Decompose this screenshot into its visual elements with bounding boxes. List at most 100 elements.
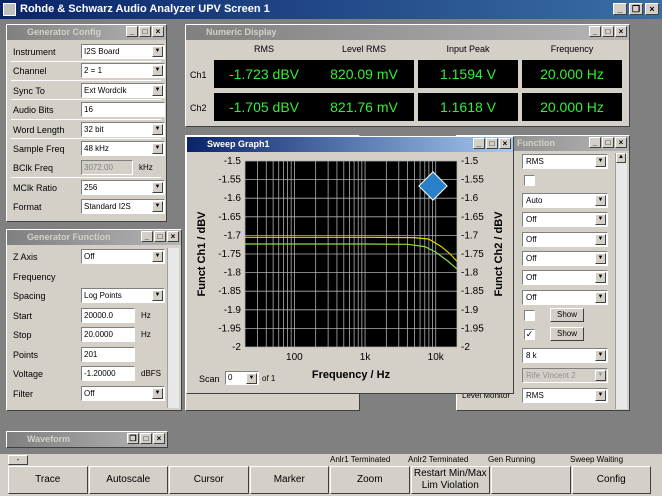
waveform-title[interactable]: Waveform ❐ □ × (7, 432, 167, 447)
chevron-down-icon[interactable]: ▼ (152, 123, 163, 135)
x-tick-label: 1k (360, 352, 372, 363)
gf-field[interactable]: Off ▼ (81, 385, 165, 401)
maximize-icon[interactable]: □ (139, 26, 151, 37)
gf-field[interactable]: 201 (81, 346, 135, 362)
y2-tick-label: -1.7 (461, 230, 479, 241)
show-button[interactable]: Show (550, 308, 584, 322)
analyzer-field[interactable]: Off ▼ (522, 212, 608, 227)
chevron-down-icon[interactable]: ▼ (595, 292, 606, 303)
softkey-button[interactable]: Trace (8, 466, 88, 494)
analyzer-field[interactable]: Off ▼ (522, 270, 608, 285)
close-icon[interactable]: × (167, 231, 179, 242)
close-icon[interactable]: × (645, 3, 659, 15)
separator (11, 176, 161, 178)
restore-icon[interactable]: ❐ (127, 433, 139, 444)
chevron-down-icon[interactable]: ▼ (595, 214, 606, 225)
gc-field[interactable]: Standard I2S ▼ (81, 199, 165, 215)
chevron-down-icon[interactable]: ▼ (595, 390, 606, 401)
softkey-button[interactable]: Zoom (330, 466, 410, 494)
analyzer-field[interactable]: Auto ▼ (522, 193, 608, 208)
gf-field[interactable]: Log Points ▼ (81, 288, 165, 303)
close-icon[interactable]: × (153, 433, 165, 444)
close-icon[interactable]: × (499, 138, 511, 149)
scan-select[interactable]: 0 ▼ (225, 371, 259, 385)
checkbox[interactable] (524, 310, 535, 321)
separator (11, 138, 161, 140)
field-label: Points (13, 349, 39, 360)
softkey-button[interactable]: Cursor (169, 466, 249, 494)
gf-field[interactable]: 20.0000 (81, 327, 135, 342)
analyzer-field[interactable]: Off ▼ (522, 232, 608, 247)
gc-field[interactable]: I2S Board ▼ (81, 44, 165, 59)
chevron-down-icon[interactable]: ▼ (152, 201, 163, 213)
y2-axis-label: Funct Ch2 / dBV (493, 211, 505, 297)
gc-field[interactable]: 32 bit ▼ (81, 121, 165, 137)
field-label: Word Length (13, 124, 65, 135)
maximize-icon[interactable]: □ (602, 26, 614, 37)
close-icon[interactable]: × (615, 137, 627, 148)
chevron-down-icon[interactable]: ▼ (152, 387, 163, 399)
checkbox[interactable] (524, 175, 535, 186)
sweep-chart[interactable]: -1.5 -1.5 -1.55 -1.55 -1.6 -1.6 -1.65 -1.65 -1.7… (187, 153, 513, 393)
field-label: Stop (13, 330, 32, 340)
analyzer-field[interactable]: Off ▼ (522, 251, 608, 266)
chevron-down-icon[interactable]: ▼ (246, 373, 257, 384)
dash-button[interactable]: - (8, 455, 28, 465)
analyzer-field[interactable]: RMS ▼ (522, 388, 608, 403)
maximize-icon[interactable]: □ (140, 433, 152, 444)
analyzer-field[interactable]: 8 k ▼ (522, 348, 608, 363)
minimize-icon[interactable]: _ (613, 3, 627, 15)
field-label: Spacing (13, 291, 46, 301)
minimize-icon[interactable]: _ (589, 26, 601, 37)
restore-icon[interactable]: ❐ (629, 3, 643, 15)
softkey-button[interactable]: Marker (249, 466, 329, 494)
chevron-down-icon[interactable]: ▼ (595, 253, 606, 264)
chevron-down-icon[interactable]: ▼ (595, 272, 606, 283)
scrollbar[interactable]: ▲ (615, 153, 627, 409)
softkey-button[interactable]: Config (571, 466, 651, 494)
softkey-button[interactable] (491, 466, 571, 494)
measurement-value: 821.76 mV (314, 93, 414, 121)
chevron-down-icon[interactable]: ▼ (152, 143, 163, 154)
close-icon[interactable]: × (615, 26, 627, 37)
minimize-icon[interactable]: _ (141, 231, 153, 242)
maximize-icon[interactable]: □ (602, 137, 614, 148)
gc-field[interactable]: 48 kHz ▼ (81, 141, 165, 156)
generator-config-title[interactable]: Generator Config _ □ × (7, 25, 166, 40)
maximize-icon[interactable]: □ (486, 138, 498, 149)
gc-field[interactable]: Ext Wordclk ▼ (81, 82, 165, 98)
chevron-down-icon[interactable]: ▼ (152, 181, 163, 193)
gc-field[interactable]: 256 ▼ (81, 179, 165, 195)
gc-field[interactable]: 2 = 1 ▼ (81, 63, 165, 79)
analyzer-field[interactable]: RMS ▼ (522, 154, 608, 169)
chevron-down-icon[interactable]: ▼ (595, 350, 606, 361)
gc-field[interactable]: 16 (81, 102, 165, 118)
softkey-button[interactable]: Autoscale (88, 466, 168, 494)
minimize-icon[interactable]: _ (589, 137, 601, 148)
show-button[interactable]: Show (550, 327, 584, 341)
chevron-down-icon[interactable]: ▼ (152, 251, 163, 262)
chevron-down-icon[interactable]: ▼ (595, 234, 606, 245)
checkbox[interactable]: ✓ (524, 329, 535, 340)
chevron-down-icon[interactable]: ▼ (152, 290, 163, 301)
close-icon[interactable]: × (152, 26, 164, 37)
softkey-button[interactable]: Restart Min/Max Lim Violation (410, 466, 490, 494)
generator-function-title-text: Generator Function (27, 232, 111, 242)
gf-field[interactable]: 20000.0 (81, 307, 135, 323)
minimize-icon[interactable]: _ (473, 138, 485, 149)
maximize-icon[interactable]: □ (154, 231, 166, 242)
status-item: Anlr2 Terminated (408, 455, 469, 464)
numeric-display-title[interactable]: Numeric Display _ □ × (186, 25, 629, 40)
chevron-down-icon[interactable]: ▼ (152, 65, 163, 77)
chevron-down-icon[interactable]: ▼ (152, 84, 163, 96)
chevron-down-icon[interactable]: ▼ (595, 195, 606, 206)
generator-function-title[interactable]: Generator Function _ □ × (7, 230, 181, 245)
chevron-down-icon[interactable]: ▼ (595, 370, 606, 381)
chevron-down-icon[interactable]: ▼ (152, 46, 163, 57)
sweep-graph-title[interactable]: Sweep Graph1 _ □ × (187, 137, 513, 152)
analyzer-field[interactable]: Off ▼ (522, 290, 608, 305)
minimize-icon[interactable]: _ (126, 26, 138, 37)
chevron-down-icon[interactable]: ▼ (595, 156, 606, 167)
gf-field[interactable]: Off ▼ (81, 249, 165, 264)
gf-field[interactable]: -1.20000 (81, 366, 135, 381)
